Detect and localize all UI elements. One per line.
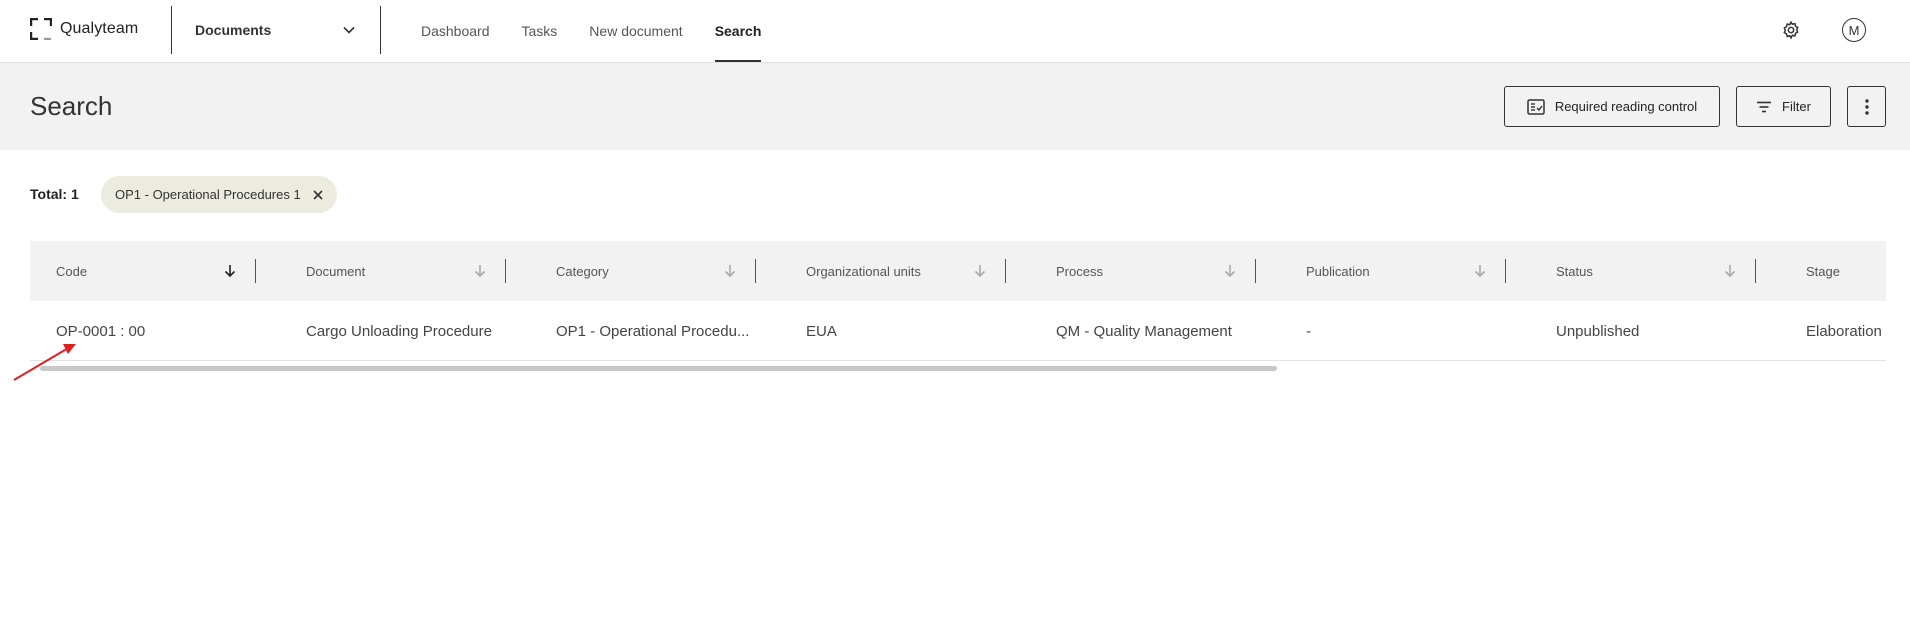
app-logo[interactable]: Qualyteam bbox=[30, 18, 138, 40]
nav-dashboard[interactable]: Dashboard bbox=[421, 0, 490, 62]
qualyteam-logo-icon bbox=[30, 18, 52, 40]
arrow-down-icon[interactable] bbox=[473, 264, 487, 278]
nav-tasks[interactable]: Tasks bbox=[522, 0, 558, 62]
arrow-down-icon[interactable] bbox=[723, 264, 737, 278]
avatar[interactable]: M bbox=[1842, 18, 1866, 42]
column-header-document[interactable]: Document bbox=[306, 241, 530, 301]
nav-divider bbox=[171, 6, 172, 54]
app-name: Qualyteam bbox=[60, 20, 139, 37]
nav-search[interactable]: Search bbox=[714, 0, 761, 62]
required-reading-label: Required reading control bbox=[1554, 99, 1698, 114]
column-label: Status bbox=[1556, 263, 1593, 279]
filter-chip: OP1 - Operational Procedures 1 bbox=[101, 176, 337, 213]
main-nav: Dashboard Tasks New document Search bbox=[421, 0, 761, 62]
column-label: Process bbox=[1056, 263, 1103, 279]
arrow-down-icon[interactable] bbox=[973, 264, 987, 278]
cell-organizational-units: EUA bbox=[806, 322, 837, 340]
column-label: Stage bbox=[1806, 263, 1840, 279]
arrow-down-icon[interactable] bbox=[1473, 264, 1487, 278]
column-separator[interactable] bbox=[1255, 259, 1256, 283]
cell-document: Cargo Unloading Procedure bbox=[306, 322, 492, 340]
column-label: Publication bbox=[1306, 263, 1370, 279]
column-label: Organizational units bbox=[806, 263, 921, 279]
cell-stage: Elaboration bbox=[1806, 322, 1882, 340]
nav-divider bbox=[380, 6, 381, 54]
column-header-publication[interactable]: Publication bbox=[1306, 241, 1530, 301]
cell-status: Unpublished bbox=[1556, 322, 1640, 340]
filter-button[interactable]: Filter bbox=[1736, 86, 1831, 127]
page-header: Search Required reading control Filter bbox=[0, 63, 1910, 150]
vertical-dots-icon bbox=[1864, 98, 1869, 115]
gear-icon[interactable] bbox=[1781, 20, 1801, 40]
page-title: Search bbox=[30, 91, 113, 121]
column-header-stage[interactable]: Stage bbox=[1806, 241, 1886, 301]
column-separator[interactable] bbox=[1505, 259, 1506, 283]
column-header-organizational-units[interactable]: Organizational units bbox=[806, 241, 1030, 301]
column-separator[interactable] bbox=[255, 259, 256, 283]
chevron-down-icon bbox=[343, 26, 355, 34]
close-icon[interactable] bbox=[313, 189, 323, 200]
table-row[interactable]: OP-0001 : 00 Cargo Unloading Procedure O… bbox=[30, 301, 1886, 361]
nav-new-document[interactable]: New document bbox=[589, 0, 682, 62]
checklist-icon bbox=[1527, 98, 1545, 115]
cell-category: OP1 - Operational Procedu... bbox=[556, 322, 750, 340]
more-options-button[interactable] bbox=[1847, 86, 1886, 127]
filter-lines-icon bbox=[1757, 101, 1772, 112]
column-header-process[interactable]: Process bbox=[1056, 241, 1280, 301]
annotation-arrow-icon bbox=[13, 344, 76, 381]
horizontal-scrollbar[interactable] bbox=[40, 366, 1277, 371]
required-reading-button[interactable]: Required reading control bbox=[1504, 86, 1720, 127]
top-navbar: Qualyteam Documents Dashboard Tasks New … bbox=[0, 0, 1910, 63]
column-header-category[interactable]: Category bbox=[556, 241, 780, 301]
column-header-code[interactable]: Code bbox=[56, 241, 280, 301]
arrow-down-icon[interactable] bbox=[1723, 264, 1737, 278]
documents-table: Code Document Category Organizational un… bbox=[30, 241, 1886, 361]
arrow-down-icon[interactable] bbox=[223, 264, 237, 278]
column-separator[interactable] bbox=[505, 259, 506, 283]
table-header: Code Document Category Organizational un… bbox=[30, 241, 1886, 301]
results-total: Total: 1 bbox=[30, 186, 79, 202]
column-label: Document bbox=[306, 263, 366, 279]
module-selector[interactable]: Documents bbox=[195, 0, 355, 60]
column-header-status[interactable]: Status bbox=[1556, 241, 1780, 301]
filter-chip-label: OP1 - Operational Procedures 1 bbox=[115, 187, 301, 202]
column-separator[interactable] bbox=[1755, 259, 1756, 283]
module-label: Documents bbox=[195, 22, 272, 38]
column-separator[interactable] bbox=[1005, 259, 1006, 283]
column-label: Code bbox=[56, 263, 88, 279]
column-separator[interactable] bbox=[755, 259, 756, 283]
filter-label: Filter bbox=[1782, 99, 1811, 114]
arrow-down-icon[interactable] bbox=[1223, 264, 1237, 278]
column-label: Category bbox=[556, 263, 609, 279]
cell-publication: - bbox=[1306, 322, 1311, 340]
cell-process: QM - Quality Management bbox=[1056, 322, 1232, 340]
